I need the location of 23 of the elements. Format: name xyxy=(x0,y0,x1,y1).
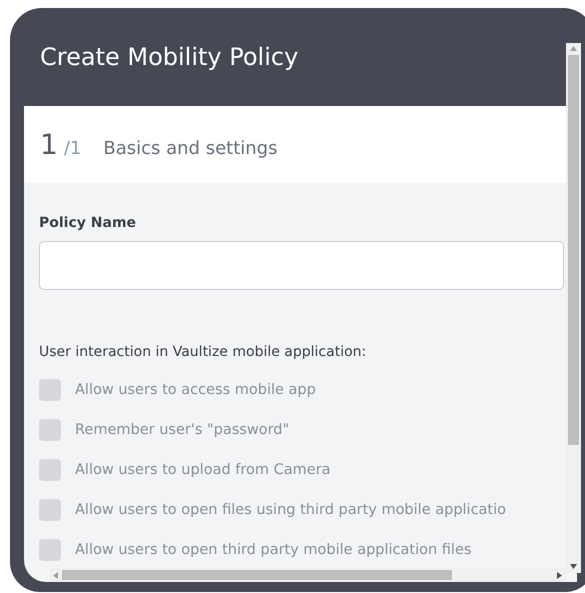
checkbox-label: Allow users to open third party mobile application files xyxy=(75,542,472,558)
checkbox[interactable] xyxy=(39,379,61,401)
step-title: Basics and settings xyxy=(103,138,278,159)
checkbox-label: Allow users to access mobile app xyxy=(75,382,316,398)
scroll-left-icon[interactable] xyxy=(53,572,58,579)
field-label: Policy Name xyxy=(39,215,138,231)
checkbox-label: Allow users to upload from Camera xyxy=(75,462,331,478)
checkbox[interactable] xyxy=(39,499,61,521)
scroll-down-icon[interactable] xyxy=(570,564,577,569)
step-number: 1 xyxy=(40,128,58,161)
checkbox[interactable] xyxy=(39,539,61,561)
scroll-up-icon[interactable] xyxy=(570,46,577,51)
section-heading: User interaction in Vaultize mobile application: xyxy=(39,344,368,360)
dialog-title: Create Mobility Policy xyxy=(40,43,298,71)
step-total: /1 xyxy=(64,138,82,159)
checkbox[interactable] xyxy=(39,459,61,481)
policy-name-field[interactable] xyxy=(39,241,564,290)
horizontal-scrollbar[interactable] xyxy=(50,568,566,582)
checkbox-label: Remember user's "password" xyxy=(75,422,290,438)
scroll-right-icon[interactable] xyxy=(557,572,562,579)
checkbox-label: Allow users to open files using third party mobile applicatio xyxy=(75,502,506,518)
checkbox[interactable] xyxy=(39,419,61,441)
vertical-scrollbar[interactable] xyxy=(566,43,581,573)
